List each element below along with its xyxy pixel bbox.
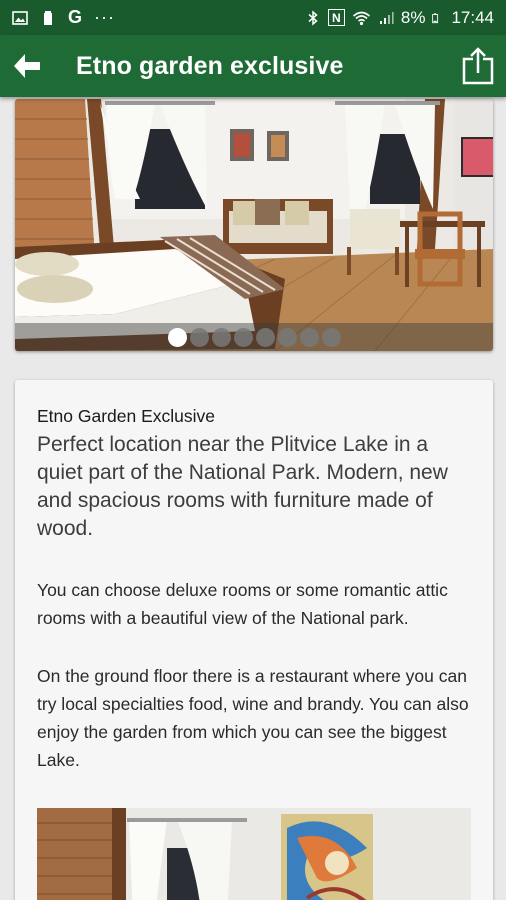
description-paragraph-1: You can choose deluxe rooms or some roma… [37, 580, 448, 628]
bluetooth-icon [308, 9, 318, 26]
google-icon: G [68, 7, 83, 27]
status-right-icons: N 8% 17:44 [305, 8, 494, 28]
page-title: Etno garden exclusive [76, 51, 344, 80]
gallery-dot-8[interactable] [321, 327, 341, 347]
room-photo [15, 99, 493, 351]
clock: 17:44 [451, 7, 494, 27]
room-photo-2[interactable] [37, 808, 471, 900]
description-paragraph-2: On the ground floor there is a restauran… [37, 666, 469, 770]
gallery-dot-7[interactable] [299, 327, 319, 347]
gallery-pager [15, 323, 493, 351]
more-dots-icon: ··· [94, 7, 115, 27]
gallery-dot-3[interactable] [211, 327, 231, 347]
app-bar: Etno garden exclusive [0, 35, 506, 97]
nfc-icon: N [327, 9, 345, 26]
status-left-icons: G ··· [12, 7, 115, 28]
status-bar: G ··· N 8% 17:44 [0, 0, 506, 35]
gallery-dot-1[interactable] [167, 327, 187, 347]
lead-text: Perfect location near the Plitvice Lake … [37, 433, 448, 540]
signal-icon [379, 11, 394, 24]
share-icon [462, 47, 494, 85]
back-arrow-icon [14, 54, 40, 78]
gallery-dot-5[interactable] [255, 327, 275, 347]
back-button[interactable] [2, 35, 52, 97]
photo-gallery[interactable] [15, 99, 493, 351]
wifi-icon [352, 11, 370, 25]
details-card: Etno Garden Exclusive Perfect location n… [15, 380, 493, 900]
battery-percent: 8% [400, 7, 426, 27]
gallery-dot-2[interactable] [189, 327, 209, 347]
gallery-dot-6[interactable] [277, 327, 297, 347]
accommodation-name: Etno Garden Exclusive [37, 406, 216, 426]
image-icon [12, 10, 28, 25]
battery-saver-icon [44, 10, 52, 25]
share-button[interactable] [450, 35, 506, 97]
gallery-dot-4[interactable] [233, 327, 253, 347]
battery-icon [432, 12, 439, 23]
